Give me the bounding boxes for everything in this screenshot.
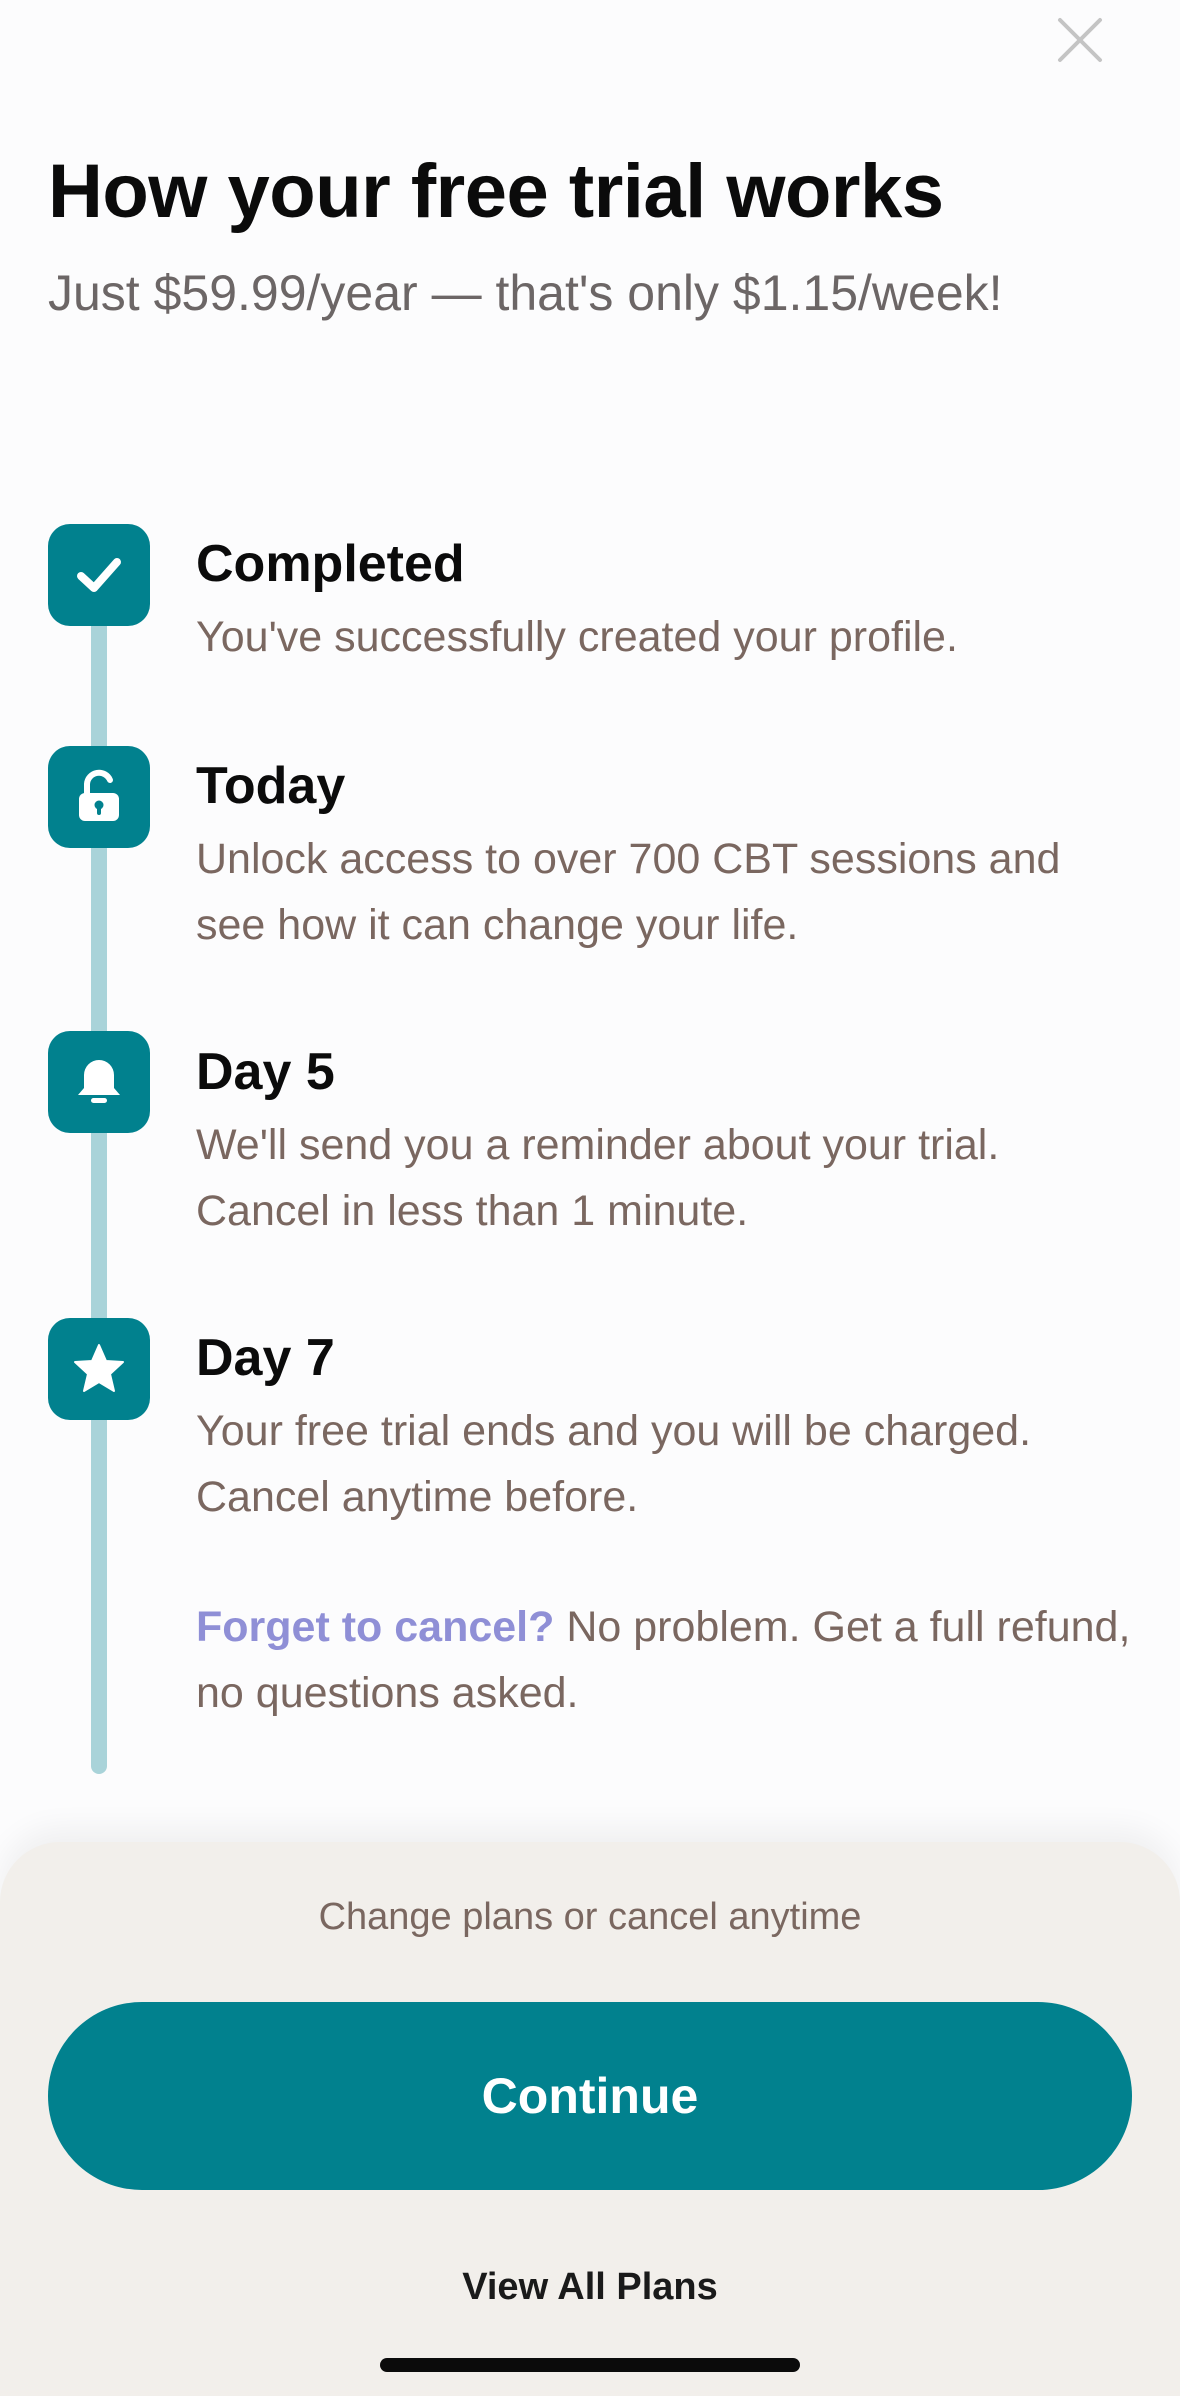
refund-note: Forget to cancel? No problem. Get a full…: [196, 1594, 1136, 1726]
step-title: Today: [196, 757, 346, 815]
step-title: Day 5: [196, 1043, 335, 1101]
step-day5-badge: [48, 1031, 150, 1133]
change-plans-note: Change plans or cancel anytime: [318, 1896, 862, 1938]
step-completed-badge: [48, 524, 150, 626]
home-indicator: [380, 2358, 800, 2372]
step-description: Unlock access to over 700 CBT sessions a…: [196, 835, 1061, 949]
step-description: We'll send you a reminder about your tri…: [196, 1121, 1000, 1235]
step-day7-badge: [48, 1318, 150, 1420]
star-icon: [74, 1344, 124, 1392]
bell-icon: [78, 1060, 120, 1103]
forget-to-cancel-link[interactable]: Forget to cancel?: [196, 1603, 554, 1651]
step-title: Day 7: [196, 1329, 335, 1387]
checkmark-icon: [77, 558, 121, 592]
view-all-plans-link[interactable]: View All Plans: [0, 2266, 1180, 2309]
unlock-icon: [79, 769, 119, 821]
close-button[interactable]: [1052, 12, 1108, 68]
price-subtitle: Just $59.99/year — that's only $1.15/wee…: [48, 265, 1003, 321]
close-icon: [1058, 18, 1102, 62]
step-today-badge: [48, 746, 150, 848]
page-title: How your free trial works: [48, 149, 944, 234]
step-title: Completed: [196, 535, 465, 593]
bottom-sheet: Change plans or cancel anytime Continue …: [0, 1842, 1180, 2396]
continue-button[interactable]: Continue: [48, 2002, 1132, 2190]
step-description: You've successfully created your profile…: [196, 613, 958, 661]
step-description: Your free trial ends and you will be cha…: [196, 1407, 1032, 1521]
